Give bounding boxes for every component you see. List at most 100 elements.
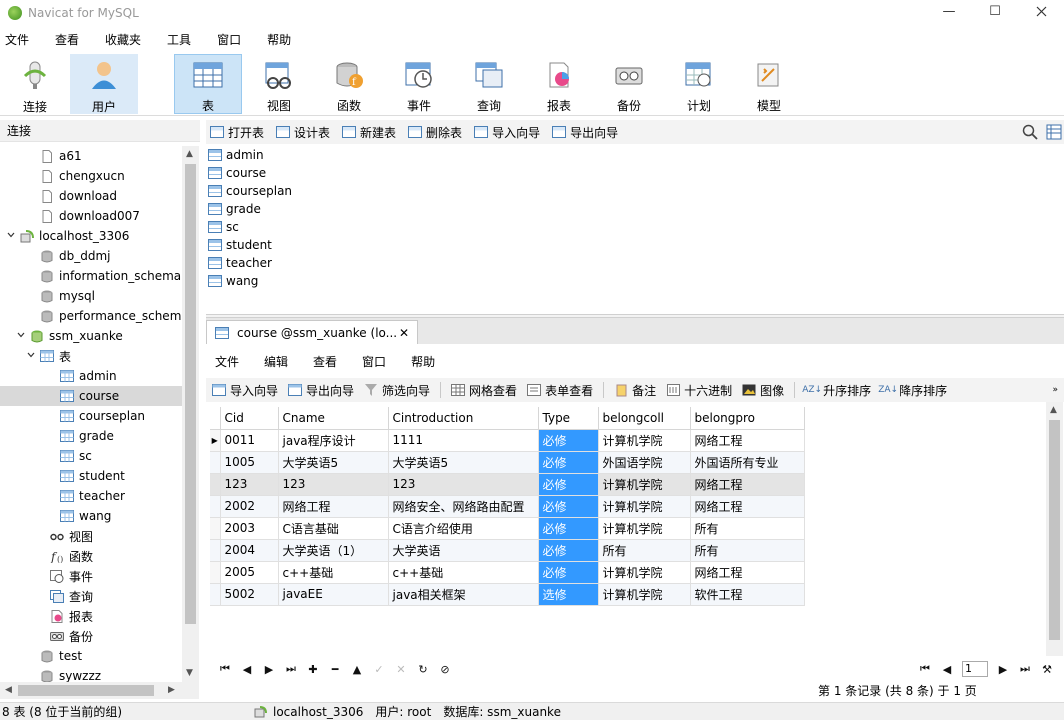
column-header-cintroduction[interactable]: Cintroduction [388,407,539,430]
table-row[interactable]: 1005 大学英语5 大学英语5 必修 外国语学院 外国语所有专业 [210,451,805,474]
grid-scroll-thumb[interactable] [1049,420,1060,640]
grid-cell[interactable]: 123 [278,473,389,496]
grid-cell[interactable]: java相关框架 [388,583,539,606]
first-record-icon[interactable]: ⏮ [214,662,236,676]
tree-item[interactable]: test [0,646,182,666]
table-row[interactable]: 2003 C语言基础 C语言介绍使用 必修 计算机学院 所有 [210,517,805,540]
ribbon-schedule-button[interactable]: 计划 [665,54,733,114]
last-record-icon[interactable]: ⏭ [280,662,302,676]
tree-item[interactable]: 报表 [0,606,182,626]
menu-file[interactable]: 文件 [0,31,41,48]
tree-item[interactable]: admin [0,366,182,386]
ribbon-query-button[interactable]: 查询 [455,54,523,114]
table-row[interactable]: 2004 大学英语（1） 大学英语 必修 所有 所有 [210,539,805,562]
grid-view-button[interactable]: 网格查看 [451,382,517,399]
filter-wizard-button[interactable]: 筛选向导 [364,382,430,399]
grid-cell[interactable]: C语言基础 [278,517,389,540]
tree-vertical-scrollbar[interactable]: ▲ ▼ [182,146,199,682]
image-button[interactable]: 图像 [742,382,784,399]
grid-cell[interactable]: 选修 [538,583,599,606]
tree-item[interactable]: a61 [0,146,182,166]
tree-scroll-thumb[interactable] [185,164,196,624]
object-list-item[interactable]: sc [208,218,239,236]
page-number-input[interactable]: 1 [962,661,988,677]
table-menu-window[interactable]: 窗口 [353,353,398,370]
grid-cell[interactable]: 必修 [538,495,599,518]
grid-cell[interactable]: 所有 [690,539,805,562]
ribbon-table-button[interactable]: 表 [174,54,242,114]
sort-descending-button[interactable]: ZA↓ 降序排序 [878,382,947,399]
grid-cell[interactable]: 计算机学院 [598,495,691,518]
delete-table-button[interactable]: 删除表 [408,124,462,141]
object-list-item[interactable]: admin [208,146,264,164]
delete-record-icon[interactable]: ━ [324,663,346,676]
new-table-button[interactable]: 新建表 [342,124,396,141]
grid-cell[interactable]: 必修 [538,451,599,474]
last-page-icon[interactable]: ⏭ [1014,662,1036,676]
scroll-down-arrow-icon[interactable]: ▼ [186,668,193,678]
tree-item[interactable]: student [0,466,182,486]
grid-cell[interactable]: 2002 [220,495,279,518]
grid-cell[interactable]: 所有 [690,517,805,540]
tree-item[interactable]: performance_schem [0,306,182,326]
sort-ascending-button[interactable]: AZ↓ 升序排序 [802,382,871,399]
apply-changes-icon[interactable]: ▲ [346,663,368,676]
grid-cell[interactable]: 网络工程 [690,473,805,496]
grid-cell[interactable]: 大学英语（1） [278,539,389,562]
grid-cell[interactable]: c++基础 [278,561,389,584]
grid-cell[interactable]: javaEE [278,583,389,606]
object-list-item[interactable]: student [208,236,272,254]
object-list-item[interactable]: grade [208,200,261,218]
tree-item[interactable]: 事件 [0,566,182,586]
menu-favorites[interactable]: 收藏夹 [100,31,153,48]
table-menu-file[interactable]: 文件 [206,353,251,370]
row-header[interactable] [210,539,221,562]
grid-cell[interactable]: 网络工程 [690,429,805,452]
grid-cell[interactable]: 必修 [538,429,599,452]
export-wizard-button[interactable]: 导出向导 [552,124,618,141]
object-list-item[interactable]: courseplan [208,182,292,200]
column-header-belongcoll[interactable]: belongcoll [598,407,691,430]
tree-item[interactable]: sc [0,446,182,466]
tree-item[interactable]: 表 [0,346,182,366]
minimize-button[interactable]: — [926,0,972,22]
tree-item[interactable]: wang [0,506,182,526]
grid-cell[interactable]: 计算机学院 [598,473,691,496]
tree-item[interactable]: information_schema [0,266,182,286]
tree-hscroll-thumb[interactable] [18,685,154,696]
table-menu-help[interactable]: 帮助 [402,353,447,370]
tree-item[interactable]: course [0,386,182,406]
list-view-icon[interactable] [1046,124,1062,140]
grid-cell[interactable]: c++基础 [388,561,539,584]
tree-item[interactable]: download007 [0,206,182,226]
grid-cell[interactable]: 网络工程 [690,495,805,518]
grid-cell[interactable]: 必修 [538,517,599,540]
import-wizard-button[interactable]: 导入向导 [474,124,540,141]
previous-record-icon[interactable]: ◀ [236,663,258,676]
menu-tools[interactable]: 工具 [162,31,203,48]
grid-cell[interactable]: 必修 [538,561,599,584]
grid-cell[interactable]: 大学英语5 [278,451,389,474]
ribbon-user-button[interactable]: 用户 [70,54,138,114]
expand-chevron-icon[interactable] [6,231,16,241]
grid-cell[interactable]: 必修 [538,539,599,562]
memo-button[interactable]: 备注 [614,382,656,399]
grid-scroll-up-arrow-icon[interactable]: ▲ [1050,405,1057,415]
grid-cell[interactable]: 计算机学院 [598,561,691,584]
menu-help[interactable]: 帮助 [262,31,303,48]
grid-cell[interactable]: 123 [220,473,279,496]
ribbon-report-button[interactable]: 报表 [525,54,593,114]
table-import-wizard-button[interactable]: 导入向导 [212,382,278,399]
ribbon-view-button[interactable]: 视图 [245,54,313,114]
object-list-item[interactable]: wang [208,272,258,290]
tree-item[interactable]: chengxucn [0,166,182,186]
tree-item[interactable]: teacher [0,486,182,506]
settings-icon[interactable]: ⚒ [1036,663,1058,676]
table-row[interactable]: ▶ 0011 java程序设计 1111 必修 计算机学院 网络工程 [210,429,805,452]
table-row[interactable]: 123 123 123 必修 计算机学院 网络工程 [210,473,805,496]
previous-page-icon[interactable]: ◀ [936,663,958,676]
grid-cell[interactable]: 计算机学院 [598,429,691,452]
menu-view[interactable]: 查看 [50,31,91,48]
tree-item[interactable]: courseplan [0,406,182,426]
expand-chevron-icon[interactable] [26,351,36,361]
